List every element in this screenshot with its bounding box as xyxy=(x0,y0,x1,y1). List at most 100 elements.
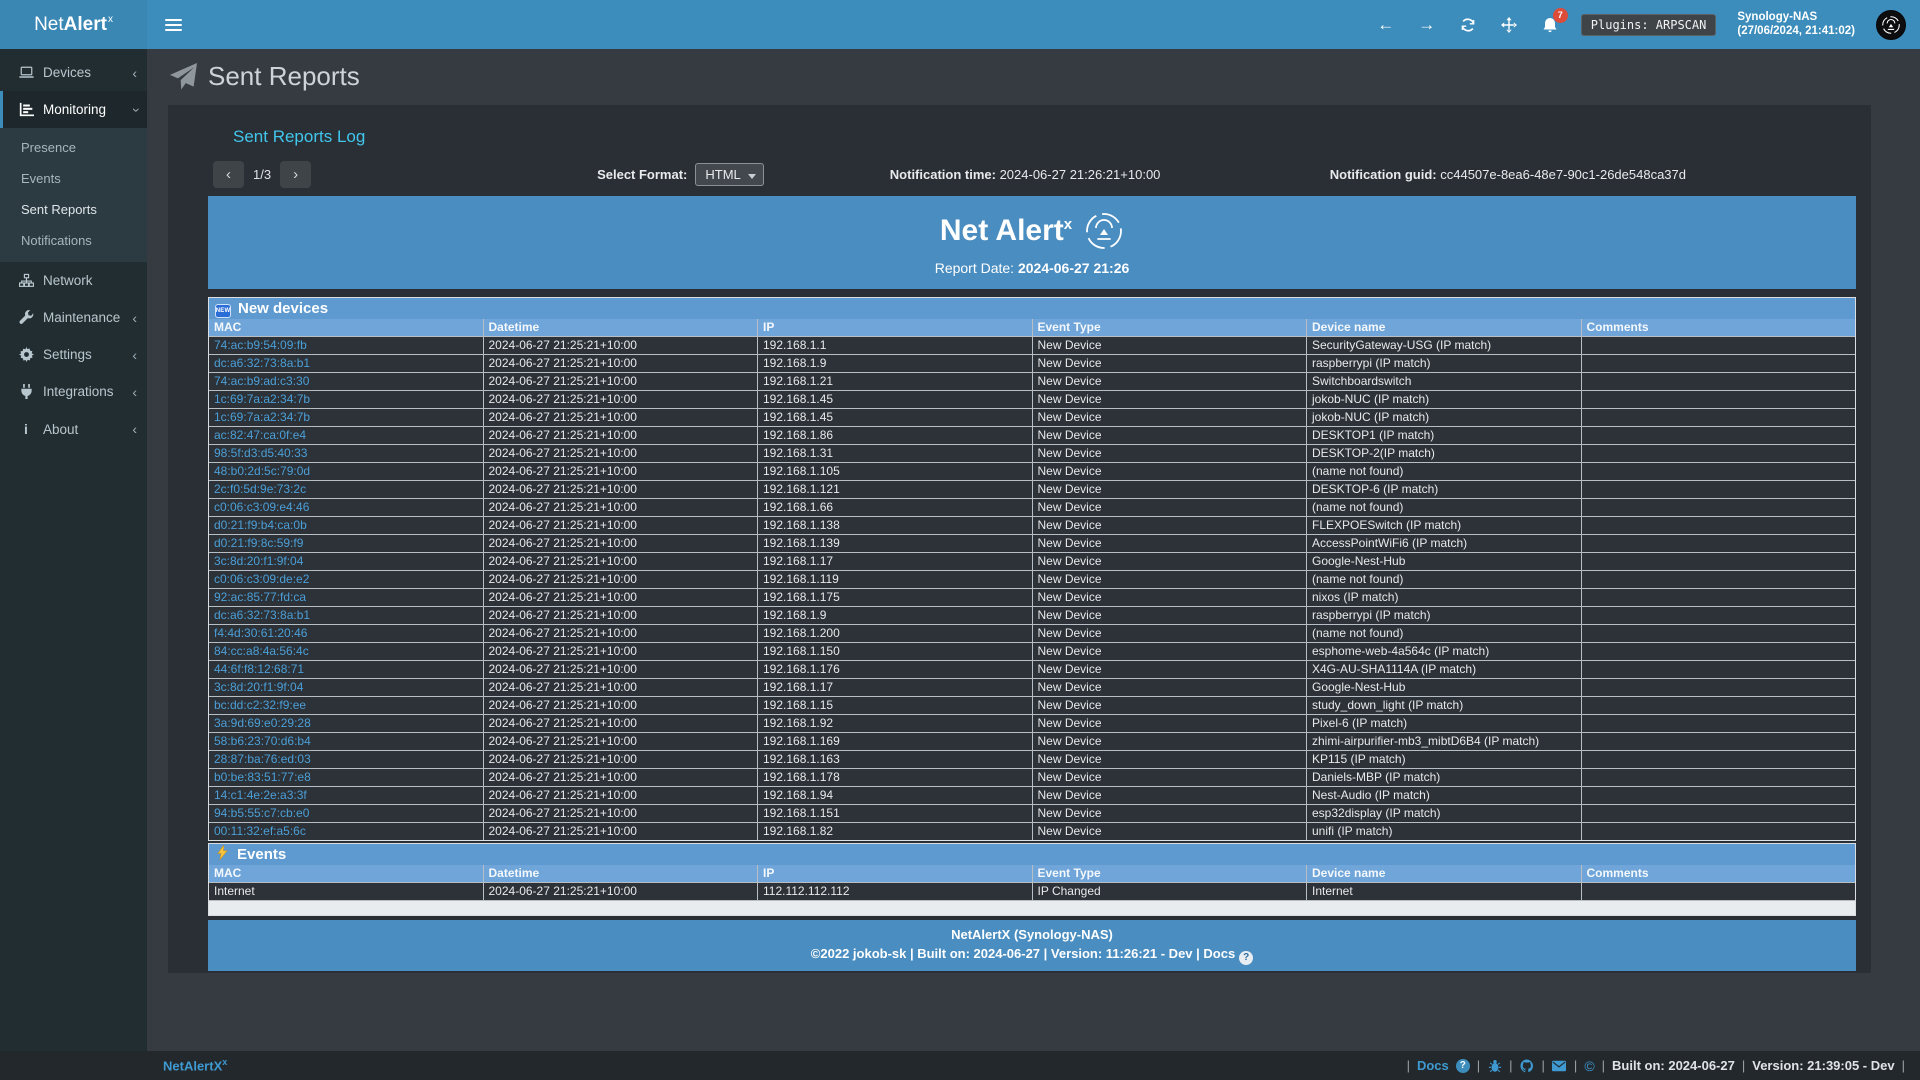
mac-address-link[interactable]: 3a:9d:69:e0:29:28 xyxy=(214,716,311,730)
table-cell: d0:21:f9:8c:59:f9 xyxy=(209,535,483,552)
table-row: bc:dd:c2:32:f9:ee2024-06-27 21:25:21+10:… xyxy=(209,697,1855,714)
chevron-down-icon: ‹ xyxy=(132,105,137,115)
table-cell: 192.168.1.45 xyxy=(758,409,1032,426)
sidebar-item-maintenance[interactable]: Maintenance‹ xyxy=(0,299,147,336)
mac-address-link[interactable]: 58:b6:23:70:d6:b4 xyxy=(214,734,311,748)
table-cell: 2024-06-27 21:25:21+10:00 xyxy=(484,643,758,660)
github-icon[interactable] xyxy=(1520,1058,1535,1073)
user-avatar[interactable] xyxy=(1876,10,1906,40)
table-cell: 3c:8d:20:f1:9f:04 xyxy=(209,679,483,696)
sent-reports-log-link[interactable]: Sent Reports Log xyxy=(233,127,365,147)
table-cell: New Device xyxy=(1033,373,1307,390)
table-cell: 2024-06-27 21:25:21+10:00 xyxy=(484,751,758,768)
mac-address-link[interactable]: 1c:69:7a:a2:34:7b xyxy=(214,410,310,424)
mac-address-link[interactable]: 2c:f0:5d:9e:73:2c xyxy=(214,482,306,496)
mac-address-link[interactable]: 94:b5:55:c7:cb:e0 xyxy=(214,806,309,820)
table-cell xyxy=(1582,661,1856,678)
sidebar-item-network[interactable]: Network xyxy=(0,262,147,299)
mac-address-link[interactable]: 44:6f:f8:12:68:71 xyxy=(214,662,304,676)
sidebar-item-devices[interactable]: Devices‹ xyxy=(0,54,147,91)
sidebar-item-presence[interactable]: Presence xyxy=(0,132,147,163)
mac-address-link[interactable]: dc:a6:32:73:8a:b1 xyxy=(214,608,310,622)
table-cell xyxy=(1582,499,1856,516)
mac-address-link[interactable]: c0:06:c3:09:e4:46 xyxy=(214,500,309,514)
table-cell: Nest-Audio (IP match) xyxy=(1307,787,1581,804)
mac-address-link[interactable]: 14:c1:4e:2e:a3:3f xyxy=(214,788,307,802)
section-title: Events xyxy=(237,846,286,863)
table-cell: 192.168.1.9 xyxy=(758,607,1032,624)
table-cell: 2024-06-27 21:25:21+10:00 xyxy=(484,607,758,624)
bug-report-icon[interactable] xyxy=(1487,1058,1502,1073)
sidebar-item-sent-reports[interactable]: Sent Reports xyxy=(0,194,147,225)
docs-question-icon[interactable]: ? xyxy=(1456,1059,1470,1073)
table-cell: 3c:8d:20:f1:9f:04 xyxy=(209,553,483,570)
table-cell: 192.168.1.119 xyxy=(758,571,1032,588)
table-row: dc:a6:32:73:8a:b12024-06-27 21:25:21+10:… xyxy=(209,355,1855,372)
mac-address-link[interactable]: 3c:8d:20:f1:9f:04 xyxy=(214,554,303,568)
mac-address-link[interactable]: 3c:8d:20:f1:9f:04 xyxy=(214,680,303,694)
docs-link[interactable]: Docs xyxy=(1417,1058,1449,1073)
mac-address-link[interactable]: d0:21:f9:b4:ca:0b xyxy=(214,518,307,532)
table-cell: Internet xyxy=(1307,883,1581,900)
report-date: Report Date: 2024-06-27 21:26 xyxy=(208,260,1856,276)
table-cell: New Device xyxy=(1033,751,1307,768)
table-cell: study_down_light (IP match) xyxy=(1307,697,1581,714)
top-navbar: NetAlertx ← → 7 xyxy=(0,0,1920,49)
notification-count-badge: 7 xyxy=(1553,8,1568,23)
column-header-datetime: Datetime xyxy=(484,865,758,882)
mac-address-link[interactable]: 00:11:32:ef:a5:6c xyxy=(214,824,306,838)
sidebar-item-integrations[interactable]: Integrations‹ xyxy=(0,373,147,410)
mac-address-link[interactable]: ac:82:47:ca:0f:e4 xyxy=(214,428,306,442)
mac-address-link[interactable]: 28:87:ba:76:ed:03 xyxy=(214,752,311,766)
table-cell: Pixel-6 (IP match) xyxy=(1307,715,1581,732)
table-cell: New Device xyxy=(1033,463,1307,480)
sidebar-item-settings[interactable]: Settings‹ xyxy=(0,336,147,373)
table-cell: New Device xyxy=(1033,769,1307,786)
mac-address-link[interactable]: b0:be:83:51:77:e8 xyxy=(214,770,311,784)
mac-address-link[interactable]: d0:21:f9:8c:59:f9 xyxy=(214,536,303,550)
events-table: EventsMACDatetimeIPEvent TypeDevice name… xyxy=(208,843,1856,916)
table-cell: New Device xyxy=(1033,355,1307,372)
mac-address-link[interactable]: 74:ac:b9:ad:c3:30 xyxy=(214,374,309,388)
mac-address-link[interactable]: f4:4d:30:61:20:46 xyxy=(214,626,307,640)
mac-address-link[interactable]: 98:5f:d3:d5:40:33 xyxy=(214,446,307,460)
table-row: d0:21:f9:8c:59:f92024-06-27 21:25:21+10:… xyxy=(209,535,1855,552)
back-arrow-icon[interactable]: ← xyxy=(1376,15,1396,35)
chevron-left-icon: ‹ xyxy=(132,313,137,323)
table-cell: f4:4d:30:61:20:46 xyxy=(209,625,483,642)
sidebar-item-notifications[interactable]: Notifications xyxy=(0,225,147,256)
move-icon[interactable] xyxy=(1499,15,1519,35)
table-cell: 28:87:ba:76:ed:03 xyxy=(209,751,483,768)
table-row: 48:b0:2d:5c:79:0d2024-06-27 21:25:21+10:… xyxy=(209,463,1855,480)
forward-arrow-icon[interactable]: → xyxy=(1417,15,1437,35)
mac-address-link[interactable]: 84:cc:a8:4a:56:4c xyxy=(214,644,309,658)
bell-icon[interactable]: 7 xyxy=(1540,15,1560,35)
sidebar-item-about[interactable]: iAbout‹ xyxy=(0,410,147,448)
question-circle-icon[interactable]: ? xyxy=(1239,951,1253,965)
sidebar-item-monitoring[interactable]: Monitoring‹ xyxy=(0,91,147,128)
mac-address-link[interactable]: c0:06:c3:09:de:e2 xyxy=(214,572,309,586)
mac-address-link[interactable]: 74:ac:b9:54:09:fb xyxy=(214,338,307,352)
table-row: 28:87:ba:76:ed:03 2024-06-27 21:25:21+10:… xyxy=(209,751,1855,768)
mac-address-link[interactable]: bc:dd:c2:32:f9:ee xyxy=(214,698,306,712)
table-cell: 3a:9d:69:e0:29:28 xyxy=(209,715,483,732)
sidebar-toggle-icon[interactable] xyxy=(165,16,187,34)
format-select[interactable]: HTML xyxy=(695,163,763,186)
app-logo[interactable]: NetAlertx xyxy=(0,0,147,49)
table-cell: New Device xyxy=(1033,661,1307,678)
next-page-button[interactable]: › xyxy=(280,161,311,188)
refresh-icon[interactable] xyxy=(1458,15,1478,35)
prev-page-button[interactable]: ‹ xyxy=(213,161,244,188)
gear-icon xyxy=(16,347,36,362)
mac-address-link[interactable]: 1c:69:7a:a2:34:7b xyxy=(214,392,310,406)
sidebar-item-events[interactable]: Events xyxy=(0,163,147,194)
copyright-icon[interactable]: © xyxy=(1584,1058,1594,1074)
email-icon[interactable] xyxy=(1552,1058,1567,1073)
mac-address-link[interactable]: 92:ac:85:77:fd:ca xyxy=(214,590,306,604)
table-cell: New Device xyxy=(1033,571,1307,588)
mac-address-link[interactable]: dc:a6:32:73:8a:b1 xyxy=(214,356,310,370)
table-cell: 192.168.1.82 xyxy=(758,823,1032,840)
table-cell xyxy=(1582,643,1856,660)
footer-brand-link[interactable]: NetAlertXx xyxy=(163,1057,227,1073)
mac-address-link[interactable]: 48:b0:2d:5c:79:0d xyxy=(214,464,310,478)
